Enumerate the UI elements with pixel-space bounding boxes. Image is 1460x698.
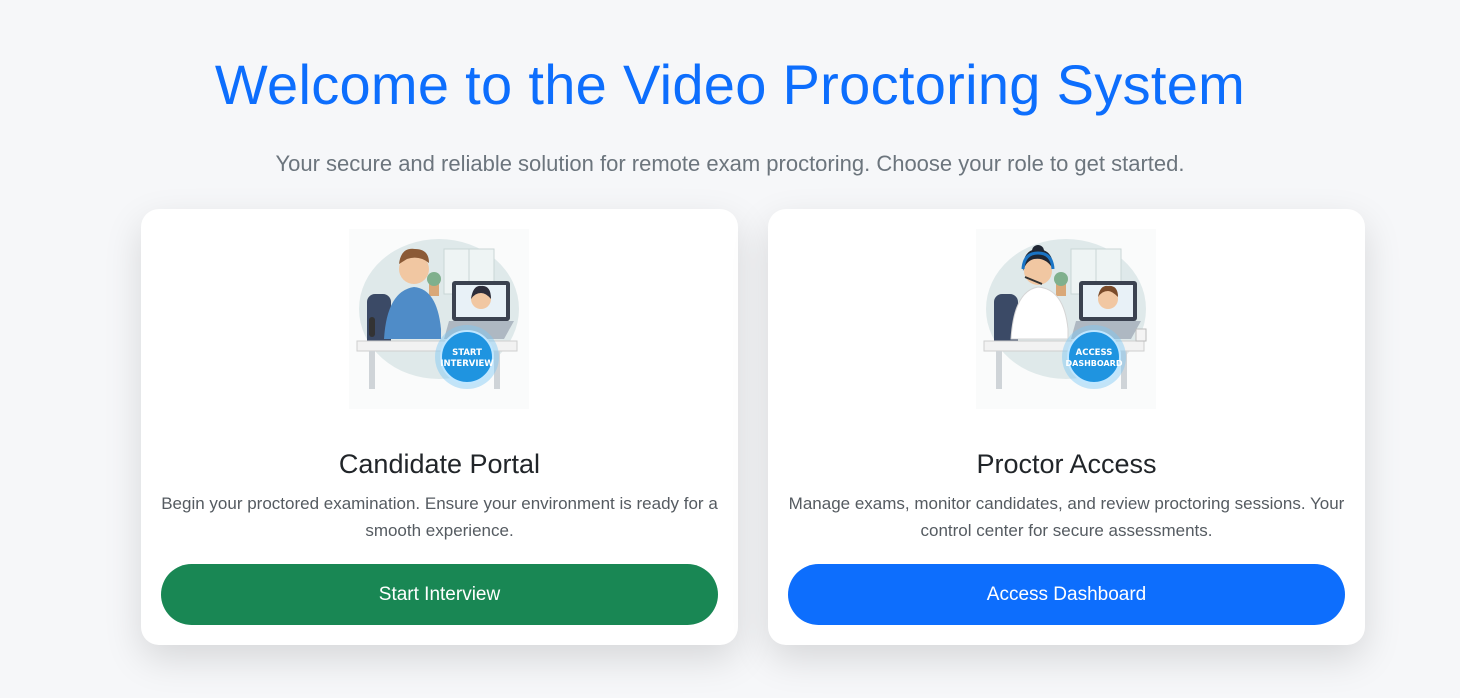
proctor-card-title: Proctor Access (976, 449, 1157, 479)
candidate-illustration: START INTERVIEW (349, 229, 529, 409)
access-dashboard-button[interactable]: Access Dashboard (788, 564, 1345, 625)
candidate-card-description: Begin your proctored examination. Ensure… (161, 494, 718, 540)
proctor-access-card: ACCESS DASHBOARD Proctor Access Manage e… (768, 209, 1365, 645)
page-title: Welcome to the Video Proctoring System (214, 53, 1246, 116)
proctor-illustration: ACCESS DASHBOARD (976, 229, 1156, 409)
page-subtitle: Your secure and reliable solution for re… (275, 151, 1185, 176)
badge-line2: DASHBOARD (1066, 359, 1123, 368)
badge-line1: ACCESS (1076, 348, 1113, 358)
proctor-card-description: Manage exams, monitor candidates, and re… (788, 494, 1345, 540)
candidate-card-title: Candidate Portal (338, 449, 541, 479)
badge-line2: INTERVIEW (440, 359, 494, 369)
start-interview-button[interactable]: Start Interview (161, 564, 718, 625)
badge-line1: START (452, 348, 482, 358)
candidate-portal-card: START INTERVIEW Candidate Portal Begin y… (141, 209, 738, 645)
